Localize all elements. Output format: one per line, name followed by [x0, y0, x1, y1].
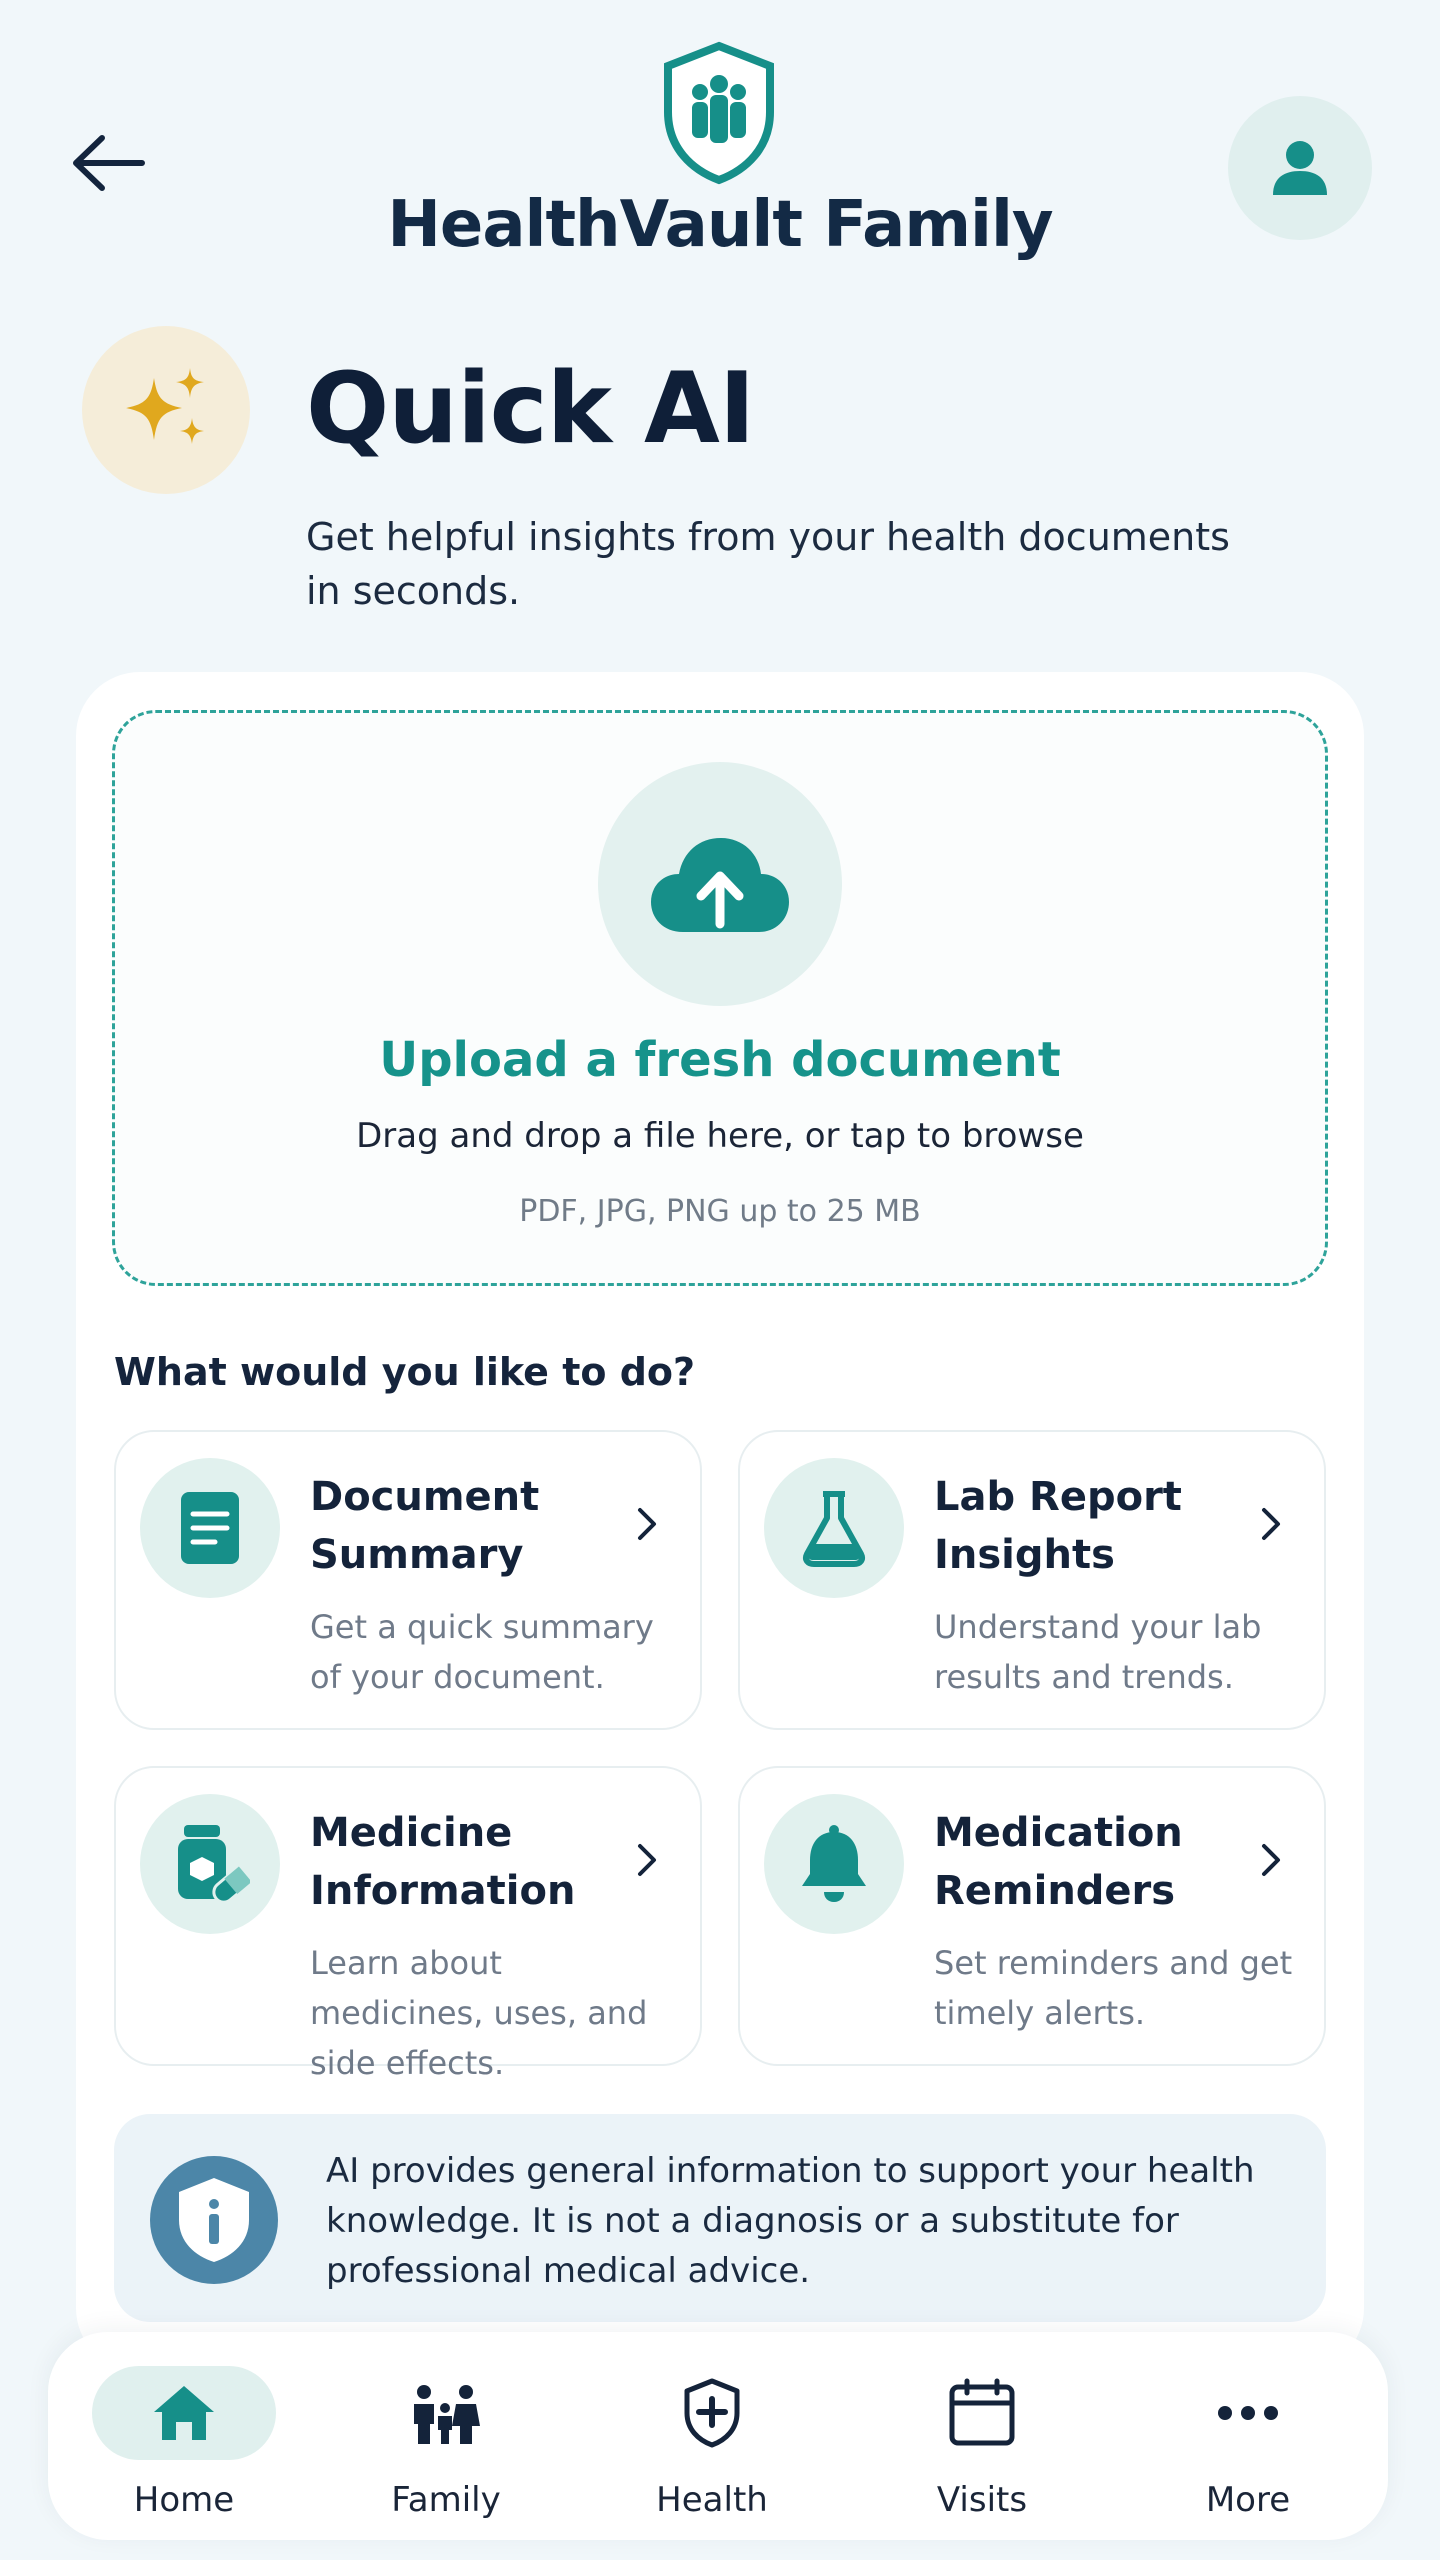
lab-report-insights-card[interactable]: Lab Report Insights Understand your lab … — [738, 1430, 1326, 1730]
actions-heading: What would you like to do? — [114, 1350, 696, 1394]
action-description: Set reminders and get timely alerts. — [934, 1944, 1293, 2032]
nav-item-more[interactable]: More — [1148, 2360, 1348, 2520]
action-description: Understand your lab results and trends. — [934, 1608, 1262, 1696]
chevron-right-icon — [1256, 1840, 1286, 1884]
info-shield-icon — [150, 2156, 278, 2284]
nav-label: More — [1205, 2480, 1291, 2520]
flask-icon — [803, 1491, 865, 1567]
disclaimer-text: AI provides general information to suppo… — [326, 2151, 1255, 2291]
bottom-navigation: Home Family Health Visits More — [48, 2332, 1388, 2540]
more-icon — [1148, 2370, 1348, 2456]
upload-description: Drag and drop a file here, or tap to bro… — [356, 1116, 1084, 1156]
nav-label: Family — [391, 2480, 501, 2520]
upload-file-hint: PDF, JPG, PNG up to 25 MB — [519, 1194, 921, 1229]
action-title: Document Summary — [310, 1474, 540, 1578]
page-title: Quick AI — [306, 352, 755, 466]
action-description: Learn about medicines, uses, and side ef… — [310, 1944, 648, 2082]
medication-reminders-card[interactable]: Medication Reminders Set reminders and g… — [738, 1766, 1326, 2066]
nav-label: Home — [133, 2480, 235, 2520]
document-icon-circle — [140, 1458, 280, 1598]
nav-item-family[interactable]: Family — [346, 2360, 546, 2520]
flask-icon-circle — [764, 1458, 904, 1598]
family-icon — [346, 2370, 546, 2456]
bell-icon-circle — [764, 1794, 904, 1934]
action-description: Get a quick summary of your document. — [310, 1608, 654, 1696]
chevron-right-icon — [1256, 1504, 1286, 1548]
pill-bottle-icon-circle — [140, 1794, 280, 1934]
medicine-information-card[interactable]: Medicine Information Learn about medicin… — [114, 1766, 702, 2082]
nav-item-visits[interactable]: Visits — [882, 2360, 1082, 2520]
family-shield-icon — [658, 40, 780, 186]
nav-label: Health — [656, 2480, 768, 2520]
home-icon — [84, 2370, 284, 2456]
sparkles-icon — [126, 368, 204, 444]
upload-icon-circle — [598, 762, 842, 1006]
app-brand-title: HealthVault Family — [387, 188, 1053, 262]
page-subtitle: Get helpful insights from your health do… — [306, 515, 1230, 613]
chevron-right-icon — [632, 1840, 662, 1884]
document-summary-card[interactable]: Document Summary Get a quick summary of … — [114, 1430, 702, 1730]
profile-button[interactable] — [1228, 96, 1372, 240]
nav-label: Visits — [936, 2480, 1028, 2520]
nav-item-health[interactable]: Health — [612, 2360, 812, 2520]
document-icon — [181, 1492, 239, 1564]
action-title: Lab Report Insights — [934, 1474, 1182, 1578]
calendar-icon — [882, 2370, 1082, 2456]
action-title: Medication Reminders — [934, 1810, 1183, 1914]
nav-item-home[interactable]: Home — [84, 2360, 284, 2520]
action-title: Medicine Information — [310, 1810, 576, 1914]
sparkles-badge — [82, 326, 250, 494]
chevron-right-icon — [632, 1504, 662, 1548]
upload-title: Upload a fresh document — [379, 1032, 1061, 1088]
pill-bottle-icon — [178, 1825, 250, 1904]
health-shield-icon — [612, 2370, 812, 2456]
user-icon — [1273, 141, 1327, 195]
bell-icon — [802, 1825, 866, 1902]
cloud-upload-icon — [651, 838, 789, 932]
